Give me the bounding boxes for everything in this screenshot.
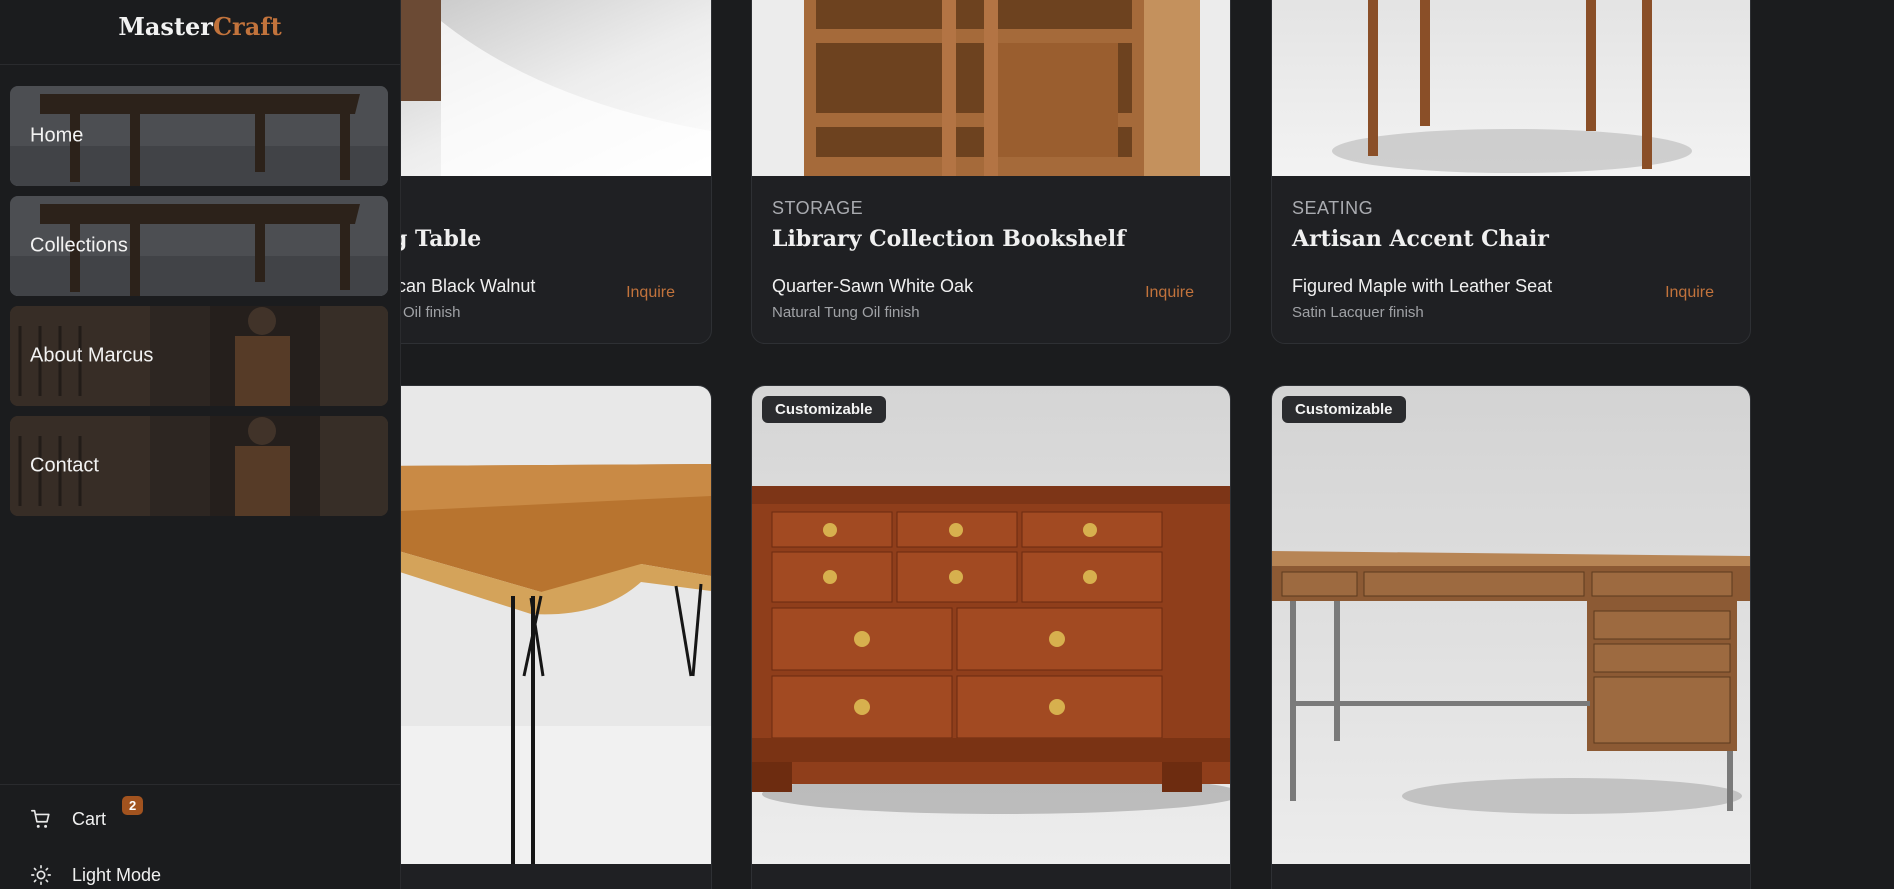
customizable-badge: Customizable <box>1282 396 1406 423</box>
sidebar-item-collections[interactable]: Collections <box>10 196 388 296</box>
product-image <box>752 0 1230 176</box>
sidebar-item-about[interactable]: About Marcus <box>10 306 388 406</box>
product-image: Customizable <box>752 386 1230 864</box>
inquire-link[interactable]: Inquire <box>1665 284 1714 302</box>
cart-count-badge: 2 <box>122 796 144 815</box>
theme-toggle-label: Light Mode <box>72 864 162 885</box>
divider <box>0 64 400 65</box>
product-info: SEATING Artisan Accent Chair Figured Map… <box>1272 176 1750 343</box>
product-finish: Oil finish <box>403 304 461 321</box>
inquire-link[interactable]: Inquire <box>626 284 675 302</box>
page: ng Table can Black Walnut Oil finish Inq… <box>0 0 1894 889</box>
product-card[interactable]: Customizable <box>1271 385 1751 889</box>
brand-name-part2: Craft <box>212 12 282 41</box>
sidebar: MasterCraft Home Collections About Marcu… <box>0 0 401 889</box>
divider <box>0 784 400 785</box>
product-material: Quarter-Sawn White Oak <box>772 276 974 296</box>
product-material: Figured Maple with Leather Seat <box>1292 276 1553 296</box>
product-card[interactable]: STORAGE Library Collection Bookshelf Qua… <box>751 0 1231 344</box>
product-image <box>1272 0 1750 176</box>
theme-toggle[interactable]: Light Mode <box>30 864 161 886</box>
cart-button[interactable]: Cart 2 <box>30 796 144 830</box>
sidebar-item-contact[interactable]: Contact <box>10 416 388 516</box>
product-card[interactable]: SEATING Artisan Accent Chair Figured Map… <box>1271 0 1751 344</box>
product-category: SEATING <box>1292 198 1374 218</box>
sidebar-item-label: About Marcus <box>30 344 154 367</box>
inquire-link[interactable]: Inquire <box>1145 284 1194 302</box>
product-finish: Satin Lacquer finish <box>1292 304 1424 321</box>
brand-name-part1: Master <box>118 12 213 41</box>
product-card[interactable]: Customizable <box>751 385 1231 889</box>
product-name: Artisan Accent Chair <box>1292 226 1549 252</box>
cart-label: Cart <box>72 808 107 829</box>
sidebar-item-label: Home <box>30 124 84 147</box>
product-category: STORAGE <box>772 198 864 218</box>
product-name: Library Collection Bookshelf <box>772 226 1126 252</box>
product-info: STORAGE Library Collection Bookshelf Qua… <box>752 176 1230 343</box>
product-material: can Black Walnut <box>397 276 536 296</box>
sidebar-item-label: Collections <box>30 234 128 257</box>
product-finish: Natural Tung Oil finish <box>772 304 920 321</box>
cart-icon <box>31 809 50 828</box>
sidebar-item-home[interactable]: Home <box>10 86 388 186</box>
product-image: Customizable <box>1272 386 1750 864</box>
sidebar-item-label: Contact <box>30 454 99 477</box>
sun-icon <box>31 865 51 885</box>
brand-logo[interactable]: MasterCraft <box>0 12 400 41</box>
customizable-badge: Customizable <box>762 396 886 423</box>
